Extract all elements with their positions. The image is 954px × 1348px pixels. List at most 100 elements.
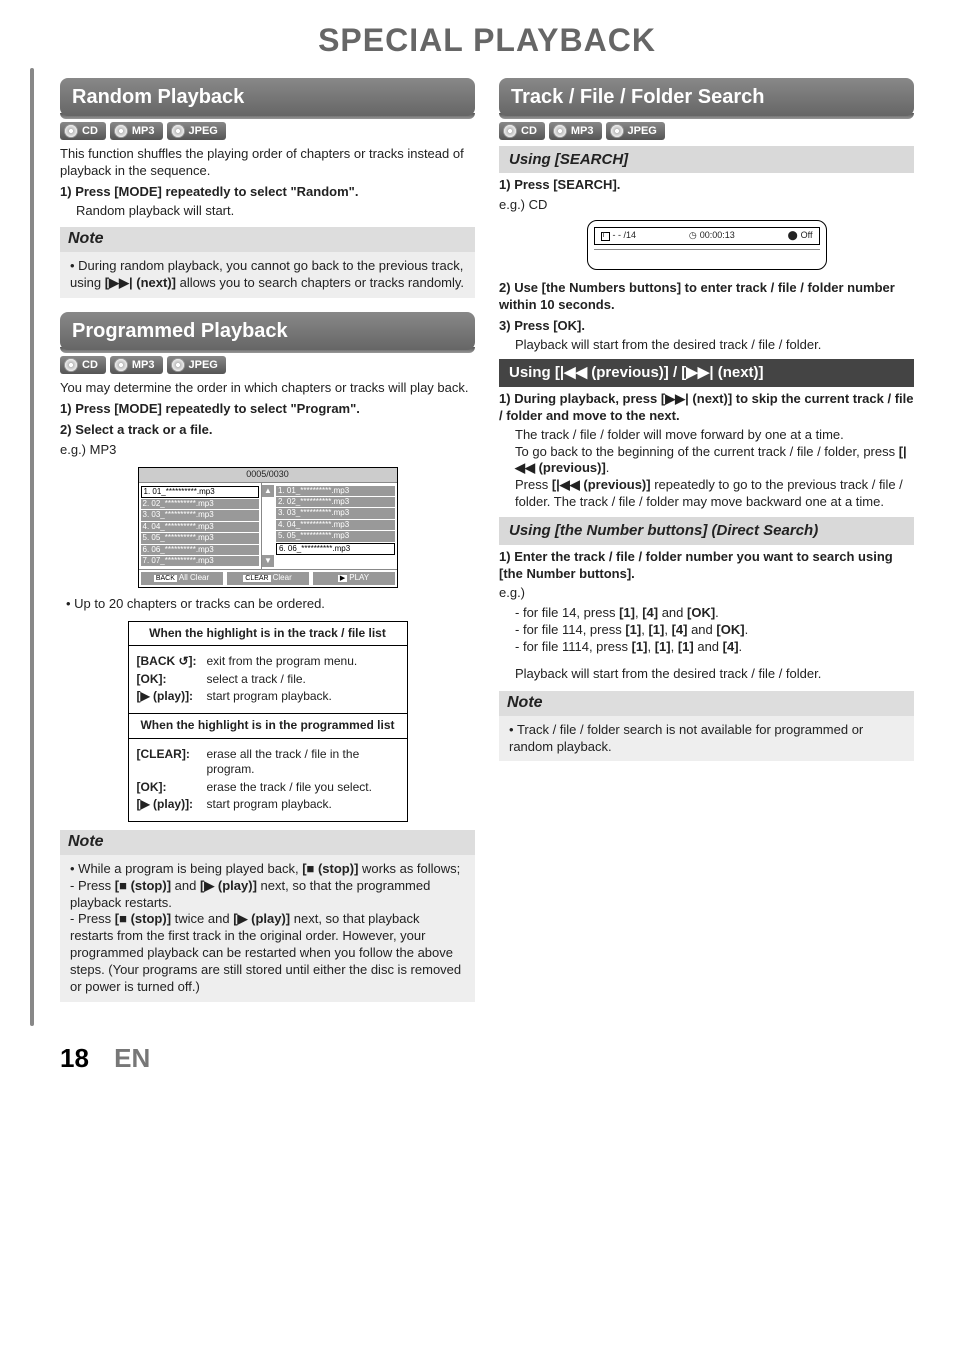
tag: ▶ [338, 575, 347, 582]
key-1: [1] [632, 639, 648, 654]
text: for file 1114, press [523, 639, 632, 654]
programmed-note-head: Note [60, 830, 475, 855]
badge-jpeg: JPEG [167, 356, 226, 374]
two-column-layout: Random Playback CD MP3 JPEG This functio… [60, 78, 914, 1002]
search-step2: 2) Use [the Numbers buttons] to enter tr… [499, 280, 914, 314]
margin-rule [30, 68, 34, 1026]
text: , [647, 639, 654, 654]
note-item: Track / file / folder search is not avai… [509, 722, 904, 756]
osd-track: T- - /14 [601, 230, 637, 242]
text: twice and [171, 911, 233, 926]
example-item: for file 1114, press [1], [1], [1] and [… [515, 639, 914, 656]
arrow-down-icon: ▼ [262, 555, 274, 567]
text: allows you to search chapters or tracks … [176, 275, 464, 290]
search-step1: 1) Press [SEARCH]. [499, 177, 914, 194]
osd-buttons: BACKAll Clear CLEARClear ▶PLAY [139, 569, 397, 586]
example-item: for file 14, press [1], [4] and [OK]. [515, 605, 914, 622]
search-note-body: Track / file / folder search is not avai… [499, 716, 914, 762]
table-header-1: When the highlight is in the track / fil… [129, 622, 407, 647]
table-header-2: When the highlight is in the programmed … [129, 713, 407, 739]
disc-icon [171, 358, 185, 372]
table-row: [OK]:select a track / file. [137, 672, 399, 688]
heading-random-playback: Random Playback [60, 78, 475, 116]
text: Press [515, 477, 552, 492]
column-right: Track / File / Folder Search CD MP3 JPEG… [499, 78, 914, 1002]
val: - - /14 [613, 230, 637, 242]
stop-button-ref: [■ (stop)] [115, 878, 171, 893]
osd-scroll-arrows: ▲ ▼ [262, 483, 274, 570]
label: Clear [273, 573, 292, 582]
search-note-head: Note [499, 691, 914, 716]
record-icon: ⬤ [788, 230, 798, 242]
text: . [745, 622, 749, 637]
disc-icon [64, 124, 78, 138]
programmed-note-body: While a program is being played back, [■… [60, 855, 475, 1002]
val: 00:00:13 [700, 230, 735, 242]
text: and [171, 878, 200, 893]
badge-cd-label: CD [521, 124, 537, 138]
tag: BACK [154, 575, 177, 582]
text: Press [78, 878, 115, 893]
step-title: Press [OK]. [514, 318, 585, 333]
text: . [606, 460, 610, 475]
step-title: Enter the track / file / folder number y… [499, 549, 893, 581]
note-item: While a program is being played back, [■… [70, 861, 465, 996]
page-footer: 18 EN [60, 1042, 914, 1076]
page-title: SPECIAL PLAYBACK [60, 20, 914, 62]
text: , [664, 622, 671, 637]
list-item: 2. 02_**********.mp3 [276, 497, 395, 507]
key-4: [4] [642, 605, 658, 620]
key-1: [1] [655, 639, 671, 654]
pn-step1: 1) During playback, press [▶▶| (next)] t… [499, 391, 914, 425]
random-step1-body: Random playback will start. [76, 203, 475, 220]
text: and [658, 605, 687, 620]
table-row: [▶ (play)]:start program playback. [137, 797, 399, 813]
subhead-direct-search: Using [the Number buttons] (Direct Searc… [499, 517, 914, 545]
text: Up to 20 chapters or tracks can be order… [66, 596, 475, 613]
text: and [694, 639, 723, 654]
step-number: 1) [60, 184, 72, 199]
page-number: 18 [60, 1043, 89, 1073]
random-note-head: Note [60, 227, 475, 252]
val: select a track / file. [207, 672, 306, 688]
disc-icon [503, 124, 517, 138]
osd-time: ◷00:00:13 [689, 230, 735, 242]
next-button-ref: [▶▶| (next)] [105, 275, 176, 290]
text: , [671, 639, 678, 654]
val: erase the track / file you select. [207, 780, 372, 796]
table-row: [▶ (play)]:start program playback. [137, 689, 399, 705]
column-left: Random Playback CD MP3 JPEG This functio… [60, 78, 475, 1002]
osd-clear: CLEARClear [227, 572, 309, 584]
text: To go back to the beginning of the curre… [515, 444, 899, 459]
list-item: 6. 06_**********.mp3 [276, 543, 395, 555]
table-row: [CLEAR]:erase all the track / file in th… [137, 747, 399, 778]
programmed-step2: 2) Select a track or a file. [60, 422, 475, 439]
programmed-intro: You may determine the order in which cha… [60, 380, 475, 397]
arrow-up-icon: ▲ [262, 485, 274, 497]
osd-left-list: 1. 01_**********.mp3 2. 02_**********.mp… [139, 483, 263, 570]
program-controls-table: When the highlight is in the track / fil… [128, 621, 408, 822]
disc-icon [64, 358, 78, 372]
list-item: 5. 05_**********.mp3 [141, 533, 260, 543]
badge-cd: CD [60, 356, 106, 374]
osd-counter: 0005/0030 [139, 468, 397, 483]
sub-note-item: Press [■ (stop)] and [▶ (play)] next, so… [70, 878, 465, 912]
list-item: 3. 03_**********.mp3 [141, 510, 260, 520]
val: Off [801, 230, 813, 242]
disc-icon [114, 124, 128, 138]
tag: CLEAR [243, 575, 270, 582]
osd-right-list: 1. 01_**********.mp3 2. 02_**********.mp… [274, 483, 397, 570]
list-item: 5. 05_**********.mp3 [276, 531, 395, 541]
stop-button-ref: [■ (stop)] [115, 911, 171, 926]
list-item: 7. 07_**********.mp3 [141, 556, 260, 566]
list-item: 2. 02_**********.mp3 [141, 499, 260, 509]
search-eg-cd: e.g.) CD [499, 197, 914, 214]
badge-jpeg-label: JPEG [189, 358, 218, 372]
badge-jpeg: JPEG [606, 122, 665, 140]
pn-repeat: Press [|◀◀ (previous)] repeatedly to go … [515, 477, 914, 511]
text: for file 14, press [523, 605, 619, 620]
key: [▶ (play)]: [137, 689, 207, 705]
pn-step1-body: The track / file / folder will move forw… [515, 427, 914, 444]
direct-result: Playback will start from the desired tra… [515, 666, 914, 683]
search-step3-body: Playback will start from the desired tra… [515, 337, 914, 354]
